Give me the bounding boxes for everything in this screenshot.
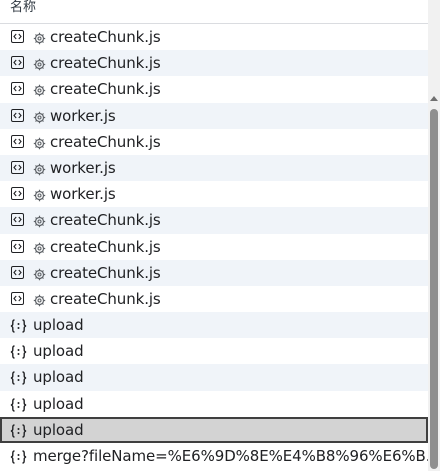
request-row[interactable]: createChunk.js xyxy=(0,207,428,234)
request-row[interactable]: worker.js xyxy=(0,154,428,182)
network-request-panel: 名称 createChunk.js createChunk.js createChu… xyxy=(0,0,440,471)
request-name: upload xyxy=(33,342,84,361)
request-name: createChunk.js xyxy=(50,80,161,99)
json-braces-icon xyxy=(10,423,27,441)
request-row[interactable]: createChunk.js xyxy=(0,128,428,155)
request-row[interactable]: createChunk.js xyxy=(0,285,428,313)
request-name: upload xyxy=(33,420,84,439)
request-row[interactable]: createChunk.js xyxy=(0,259,428,286)
json-braces-icon xyxy=(10,449,27,468)
request-row[interactable]: createChunk.js xyxy=(0,24,428,51)
json-braces-icon xyxy=(10,344,27,363)
file-code-icon xyxy=(11,134,24,148)
request-name: worker.js xyxy=(50,185,116,204)
request-name: upload xyxy=(33,394,84,413)
request-name: createChunk.js xyxy=(50,54,161,73)
request-name: upload xyxy=(33,316,84,335)
gear-icon xyxy=(33,135,46,154)
request-row[interactable]: upload xyxy=(0,338,428,365)
gear-icon xyxy=(33,109,46,128)
file-code-icon xyxy=(11,160,24,174)
gear-icon xyxy=(33,161,46,180)
gear-icon xyxy=(33,292,46,311)
request-row[interactable]: createChunk.js xyxy=(0,76,428,103)
request-name: worker.js xyxy=(50,106,116,125)
file-code-icon xyxy=(11,187,24,201)
json-braces-icon xyxy=(10,370,27,389)
scroll-up-arrow-icon[interactable] xyxy=(430,96,438,101)
gear-icon xyxy=(33,213,46,232)
scrollbar-thumb[interactable] xyxy=(430,109,438,469)
name-column-label: 名称 xyxy=(10,0,37,15)
request-row[interactable]: worker.js xyxy=(0,181,428,208)
vertical-scrollbar[interactable] xyxy=(428,0,440,471)
request-row[interactable]: upload xyxy=(0,390,428,417)
file-code-icon xyxy=(11,239,24,253)
request-row[interactable]: upload xyxy=(0,312,428,339)
request-list: createChunk.js createChunk.js createChunk.… xyxy=(0,24,428,470)
file-code-icon xyxy=(11,265,24,279)
request-row[interactable]: createChunk.js xyxy=(0,50,428,77)
gear-icon xyxy=(33,187,46,206)
request-name: createChunk.js xyxy=(50,132,161,151)
request-row[interactable]: upload xyxy=(0,364,428,391)
request-name: createChunk.js xyxy=(50,289,161,308)
gear-icon xyxy=(33,240,46,259)
json-braces-icon xyxy=(10,397,27,416)
gear-icon xyxy=(33,30,46,49)
gear-icon xyxy=(33,82,46,101)
file-code-icon xyxy=(11,56,24,70)
gear-icon xyxy=(33,56,46,75)
request-name: createChunk.js xyxy=(50,211,161,230)
request-name: worker.js xyxy=(50,158,116,177)
request-row[interactable]: merge?fileName=%E6%9D%8E%E4%B8%96%E6%B..… xyxy=(0,443,428,470)
column-header[interactable]: 名称 xyxy=(0,0,428,24)
request-name: upload xyxy=(33,368,84,387)
file-code-icon xyxy=(11,30,24,43)
request-name: createChunk.js xyxy=(50,237,161,256)
file-code-icon xyxy=(11,82,24,96)
file-code-icon xyxy=(11,108,24,122)
file-code-icon xyxy=(11,291,24,305)
request-row[interactable]: createChunk.js xyxy=(0,233,428,260)
request-name: createChunk.js xyxy=(50,28,161,46)
file-code-icon xyxy=(11,213,24,227)
request-row[interactable]: upload xyxy=(0,416,428,443)
json-braces-icon xyxy=(10,318,27,337)
request-name: merge?fileName=%E6%9D%8E%E4%B8%96%E6%B..… xyxy=(33,447,428,465)
request-row[interactable]: worker.js xyxy=(0,102,428,129)
request-name: createChunk.js xyxy=(50,263,161,282)
gear-icon xyxy=(33,266,46,285)
